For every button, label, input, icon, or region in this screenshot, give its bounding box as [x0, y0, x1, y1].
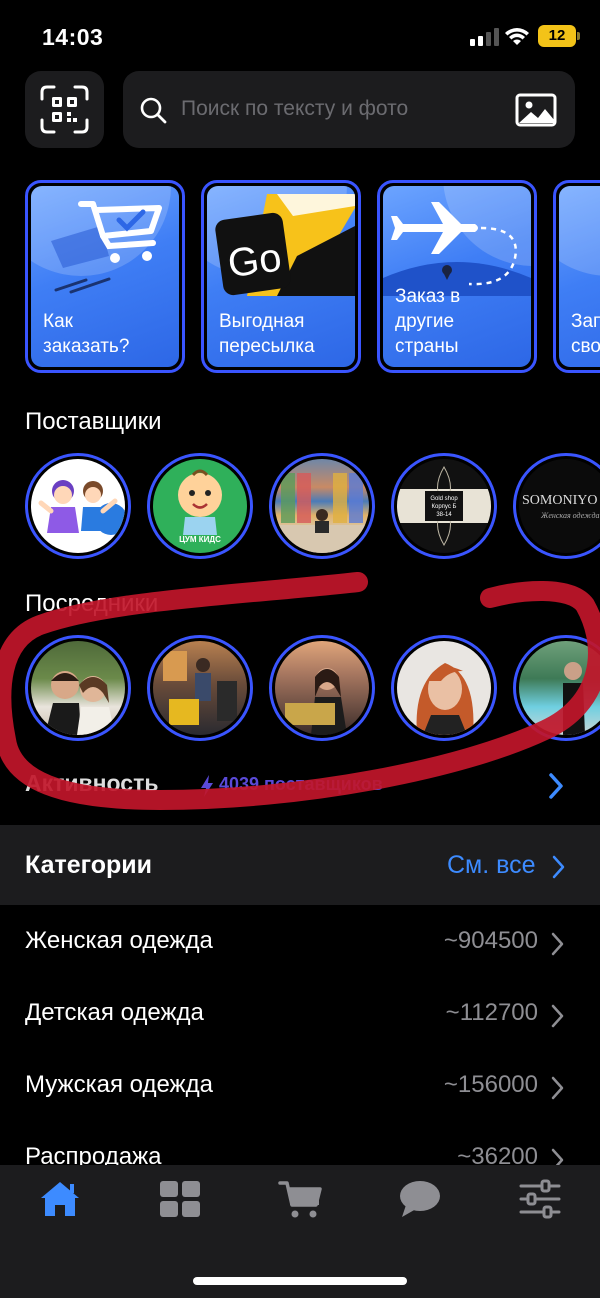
categories-header: Категории См. все — [0, 825, 600, 905]
chevron-right-icon[interactable] — [552, 855, 566, 879]
promo-card-4[interactable]: Зап сво — [553, 180, 600, 373]
category-row-men[interactable]: Мужская одежда ~156000 — [0, 1049, 600, 1121]
category-name: Детская одежда — [25, 999, 204, 1026]
promo-card-label: Зап сво — [571, 311, 600, 357]
qr-code-icon — [40, 85, 89, 134]
woman-with-box-photo-image — [285, 668, 347, 735]
cart-illustration-icon — [51, 201, 162, 294]
battery-icon: 12 — [538, 25, 580, 47]
promo-card-label: Заказ в другие страны — [395, 286, 461, 357]
mediator-avatar[interactable] — [513, 635, 600, 741]
promo-card-shipping[interactable]: Go Выгодная пересылка — [201, 180, 361, 373]
promo-card-label: Как заказать? — [43, 311, 130, 357]
man-outdoor-photo-image — [563, 662, 585, 735]
supplier-avatar[interactable] — [25, 453, 131, 559]
lightning-icon — [201, 775, 213, 797]
wifi-icon — [505, 28, 529, 45]
home-icon[interactable] — [38, 1179, 82, 1219]
category-row-kids[interactable]: Детская одежда ~112700 — [0, 977, 600, 1049]
couple-photo-image — [45, 671, 115, 735]
category-count: ~904500 — [443, 927, 538, 954]
kids-cartoon-image — [38, 480, 125, 535]
filters-icon[interactable] — [518, 1179, 562, 1219]
supplier-caption: ЦУМ КИДС — [179, 535, 221, 544]
category-name: Мужская одежда — [25, 1071, 213, 1098]
mediators-list[interactable] — [25, 635, 600, 743]
category-row-women[interactable]: Женская одежда ~904500 — [0, 905, 600, 977]
activity-supplier-count: 4039 поставщиков — [219, 774, 383, 794]
supplier-caption: SOMONIYO — [522, 493, 598, 508]
suppliers-title: Поставщики — [25, 408, 162, 435]
cart-icon[interactable] — [278, 1179, 322, 1219]
status-time: 14:03 — [42, 24, 104, 50]
mediator-avatar[interactable] — [391, 635, 497, 741]
chevron-right-icon — [551, 1004, 564, 1028]
chevron-right-icon — [551, 1076, 564, 1100]
search-icon — [140, 97, 167, 124]
activity-title[interactable]: Активность — [25, 770, 159, 797]
supplier-avatar[interactable] — [269, 453, 375, 559]
shop-photo-image — [275, 473, 369, 553]
go-logo-icon: Go — [215, 194, 355, 296]
see-all-link[interactable]: См. все — [447, 851, 536, 880]
mediators-title: Посредники — [25, 590, 159, 617]
search-input[interactable]: Поиск по тексту и фото — [181, 97, 408, 121]
chat-icon[interactable] — [398, 1179, 442, 1219]
woman-portrait-image — [416, 663, 474, 735]
suppliers-list[interactable]: ЦУМ КИДС Gold shop Корпус Б 38-14 SOMONI… — [25, 453, 600, 561]
supplier-avatar[interactable]: SOMONIYO Женская одежда — [513, 453, 600, 559]
qr-scan-button[interactable] — [25, 71, 104, 148]
promo-card-how-to-order[interactable]: Как заказать? — [25, 180, 185, 373]
cellular-signal-icon — [470, 28, 500, 46]
supplier-caption: Gold shop Корпус Б 38-14 — [430, 496, 458, 518]
svg-text:Go: Go — [225, 235, 284, 286]
warehouse-photo-image — [163, 651, 237, 725]
category-count: ~112700 — [445, 999, 538, 1026]
category-name: Женская одежда — [25, 927, 213, 954]
supplier-caption-sub: Женская одежда — [541, 511, 600, 520]
supplier-avatar[interactable]: Gold shop Корпус Б 38-14 — [391, 453, 497, 559]
mediator-avatar[interactable] — [269, 635, 375, 741]
home-indicator — [193, 1277, 407, 1285]
category-count: ~156000 — [443, 1071, 538, 1098]
mediator-avatar[interactable] — [147, 635, 253, 741]
promo-card-other-countries[interactable]: Заказ в другие страны — [377, 180, 537, 373]
categories-title: Категории — [25, 851, 152, 879]
chevron-right-icon[interactable] — [548, 772, 564, 800]
mediator-avatar[interactable] — [25, 635, 131, 741]
grid-icon[interactable] — [158, 1179, 202, 1219]
promo-carousel[interactable]: Как заказать? Go Выгодная пересылка Зака… — [25, 180, 600, 373]
search-bar[interactable]: Поиск по тексту и фото — [123, 71, 575, 148]
status-bar: 14:03 12 — [0, 0, 600, 70]
image-search-icon[interactable] — [515, 93, 557, 127]
promo-card-label: Выгодная пересылка — [219, 311, 315, 357]
airplane-icon — [383, 202, 531, 296]
chevron-right-icon — [551, 932, 564, 956]
supplier-avatar[interactable]: ЦУМ КИДС — [147, 453, 253, 559]
